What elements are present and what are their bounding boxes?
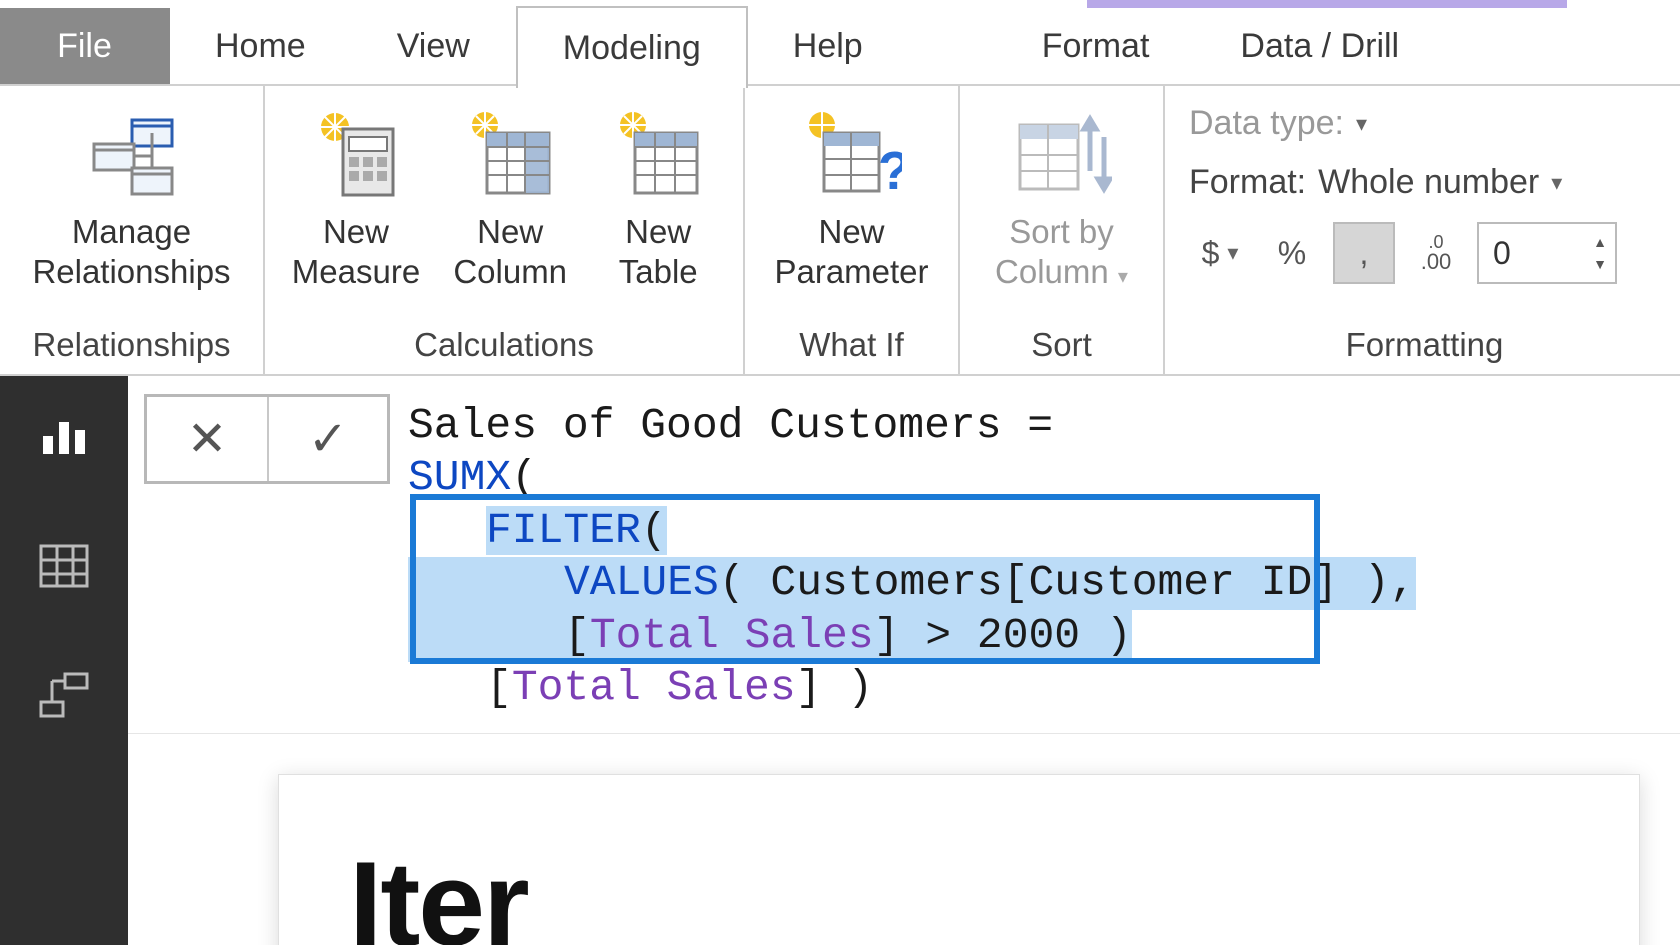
decimal-button[interactable]: .0.00 bbox=[1405, 222, 1467, 284]
ribbon-tabs: File Home View Modeling Help Format Data… bbox=[0, 8, 1680, 86]
new-parameter-button[interactable]: ? New Parameter bbox=[762, 98, 940, 299]
manage-relationships-button[interactable]: Manage Relationships bbox=[20, 98, 242, 299]
new-measure-label: New Measure bbox=[292, 212, 420, 291]
measure-name: Sales of Good Customers = bbox=[408, 401, 1079, 450]
context-tab-accent bbox=[1087, 0, 1567, 8]
measure-ref: Total Sales bbox=[590, 611, 874, 660]
data-type-row[interactable]: Data type: ▾ bbox=[1189, 104, 1660, 143]
sort-by-column-label: Sort by Column ▾ bbox=[995, 212, 1128, 291]
group-label-relationships: Relationships bbox=[8, 320, 255, 366]
decimal-places-value: 0 bbox=[1479, 235, 1585, 272]
group-label-sort: Sort bbox=[968, 320, 1155, 366]
view-rail bbox=[0, 376, 128, 945]
svg-text:?: ? bbox=[878, 141, 902, 201]
commit-button[interactable]: ✓ bbox=[267, 397, 387, 481]
format-value: Whole number bbox=[1318, 163, 1539, 202]
args: ( Customers[Customer ID] ), bbox=[719, 558, 1416, 607]
model-view-button[interactable] bbox=[34, 666, 94, 726]
group-label-formatting: Formatting bbox=[1189, 320, 1660, 366]
data-type-label: Data type: bbox=[1189, 104, 1344, 143]
fn-sumx: SUMX bbox=[408, 453, 511, 502]
paren: ( bbox=[641, 506, 667, 555]
sort-icon bbox=[1012, 106, 1112, 206]
rest: ] ) bbox=[796, 663, 873, 712]
bracket: [ bbox=[486, 663, 512, 712]
report-view-button[interactable] bbox=[34, 406, 94, 466]
new-table-button[interactable]: New Table bbox=[588, 98, 728, 299]
paren: ( bbox=[511, 453, 537, 502]
parameter-icon: ? bbox=[802, 106, 902, 206]
sort-by-column-button[interactable]: Sort by Column ▾ bbox=[983, 98, 1140, 299]
new-measure-button[interactable]: New Measure bbox=[280, 98, 432, 299]
chevron-down-icon: ▾ bbox=[1551, 170, 1562, 196]
table-icon bbox=[39, 544, 89, 588]
decimal-places-spinner[interactable]: 0 ▲▼ bbox=[1477, 222, 1617, 284]
formula-editor[interactable]: Sales of Good Customers = SUMX( FILTER( … bbox=[408, 394, 1680, 715]
currency-label: $ bbox=[1202, 235, 1220, 272]
formula-action-buttons: ✕ ✓ bbox=[144, 394, 390, 484]
bracket: [ bbox=[564, 611, 590, 660]
new-table-icon bbox=[608, 106, 708, 206]
percent-button[interactable]: % bbox=[1261, 222, 1323, 284]
spinner-arrows[interactable]: ▲▼ bbox=[1585, 231, 1615, 275]
formula-bar: ✕ ✓ Sales of Good Customers = SUMX( FILT… bbox=[128, 376, 1680, 733]
data-view-button[interactable] bbox=[34, 536, 94, 596]
tab-help[interactable]: Help bbox=[748, 8, 909, 84]
canvas-big-text: Iter bbox=[349, 835, 1569, 945]
fn-values: VALUES bbox=[564, 558, 719, 607]
group-label-calculations: Calculations bbox=[273, 320, 735, 366]
chevron-down-icon: ▾ bbox=[1356, 111, 1367, 137]
chevron-down-icon: ▾ bbox=[1118, 266, 1128, 288]
relationships-icon bbox=[82, 106, 182, 206]
cancel-button[interactable]: ✕ bbox=[147, 397, 267, 481]
format-row[interactable]: Format: Whole number ▾ bbox=[1189, 163, 1660, 202]
calculator-icon bbox=[306, 106, 406, 206]
chevron-down-icon: ▾ bbox=[1227, 240, 1238, 266]
tab-home[interactable]: Home bbox=[170, 8, 352, 84]
tab-modeling[interactable]: Modeling bbox=[516, 6, 748, 88]
bar-chart-icon bbox=[39, 414, 89, 458]
currency-button[interactable]: $ ▾ bbox=[1189, 222, 1251, 284]
measure-ref: Total Sales bbox=[512, 663, 796, 712]
new-column-label: New Column bbox=[453, 212, 567, 291]
tab-format[interactable]: Format bbox=[997, 8, 1196, 84]
new-column-button[interactable]: New Column bbox=[440, 98, 580, 299]
canvas-text-card[interactable]: Iter bbox=[278, 774, 1640, 945]
new-column-icon bbox=[460, 106, 560, 206]
rest: ] > 2000 ) bbox=[874, 611, 1132, 660]
report-canvas[interactable]: Iter bbox=[128, 733, 1680, 945]
new-parameter-label: New Parameter bbox=[774, 212, 928, 291]
decimal-icon-label: .00 bbox=[1421, 251, 1452, 273]
model-icon bbox=[37, 672, 91, 720]
fn-filter: FILTER bbox=[486, 506, 641, 555]
tab-view[interactable]: View bbox=[352, 8, 516, 84]
tab-file[interactable]: File bbox=[0, 8, 170, 84]
new-table-label: New Table bbox=[619, 212, 698, 291]
ribbon: Manage Relationships Relationships N bbox=[0, 86, 1680, 376]
format-label: Format: bbox=[1189, 163, 1306, 202]
group-label-whatif: What If bbox=[753, 320, 950, 366]
tab-data-drill[interactable]: Data / Drill bbox=[1195, 8, 1445, 84]
manage-relationships-label: Manage Relationships bbox=[32, 212, 230, 291]
thousands-separator-button[interactable]: , bbox=[1333, 222, 1395, 284]
